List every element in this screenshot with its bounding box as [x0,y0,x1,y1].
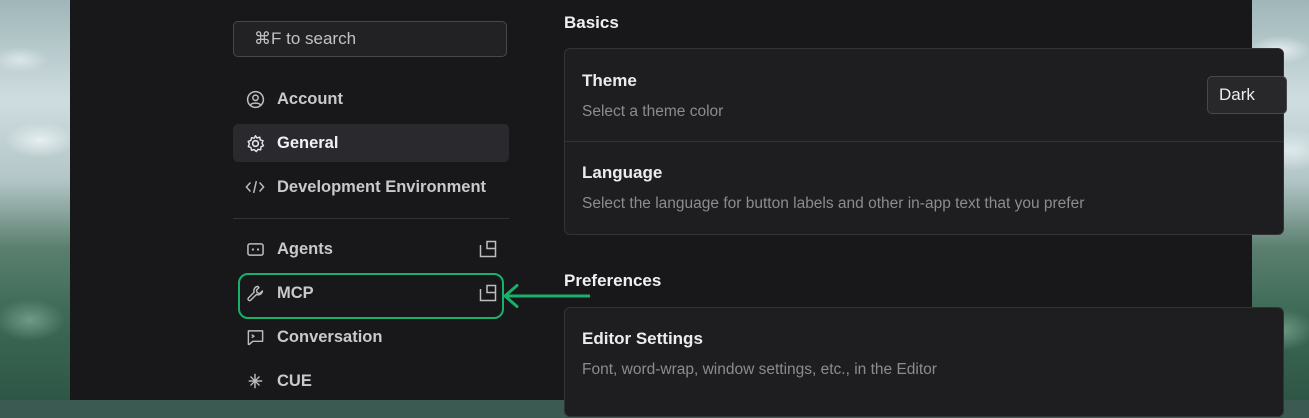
preferences-card: Editor Settings Font, word-wrap, window … [564,307,1284,417]
editor-settings-title: Editor Settings [582,329,703,348]
theme-select-value: Dark [1219,85,1255,104]
theme-row: Theme Select a theme color Dark [565,49,1287,141]
sidebar-item-development-environment[interactable]: Development Environment [233,168,509,206]
sidebar-item-general[interactable]: General [233,124,509,162]
section-title-basics: Basics [564,13,619,32]
agent-icon [245,239,265,259]
sidebar-item-account[interactable]: Account [233,80,509,118]
sidebar-item-label: General [277,133,339,152]
account-circle-icon [245,89,265,109]
theme-title: Theme [582,71,637,90]
editor-settings-description: Font, word-wrap, window settings, etc., … [582,361,937,378]
sidebar-item-cue[interactable]: CUE [233,362,509,400]
mcp-highlight-box [238,273,504,319]
sidebar-item-label: Development Environment [277,177,487,196]
code-icon [245,177,265,197]
open-external-icon[interactable] [479,240,497,258]
chat-icon [245,327,265,347]
sidebar-divider [233,218,509,219]
search-input[interactable] [254,29,506,49]
language-row[interactable]: Language Select the language for button … [565,142,1283,235]
sidebar-item-label: CUE [277,371,312,390]
theme-select[interactable]: Dark [1207,76,1287,114]
sidebar-item-label: Conversation [277,327,383,346]
settings-search-box[interactable] [233,21,507,57]
section-title-preferences: Preferences [564,271,662,290]
language-description: Select the language for button labels an… [582,195,1085,212]
gear-icon [245,133,265,153]
basics-card: Theme Select a theme color Dark Language… [564,48,1287,235]
editor-settings-row[interactable]: Editor Settings Font, word-wrap, window … [565,308,1283,418]
sidebar-item-agents[interactable]: Agents [233,230,509,268]
cue-icon [245,371,265,391]
language-title: Language [582,163,663,182]
theme-description: Select a theme color [582,103,724,120]
sidebar-item-label: Agents [277,239,333,258]
sidebar-item-label: Account [277,89,343,108]
sidebar-item-conversation[interactable]: Conversation [233,318,509,356]
